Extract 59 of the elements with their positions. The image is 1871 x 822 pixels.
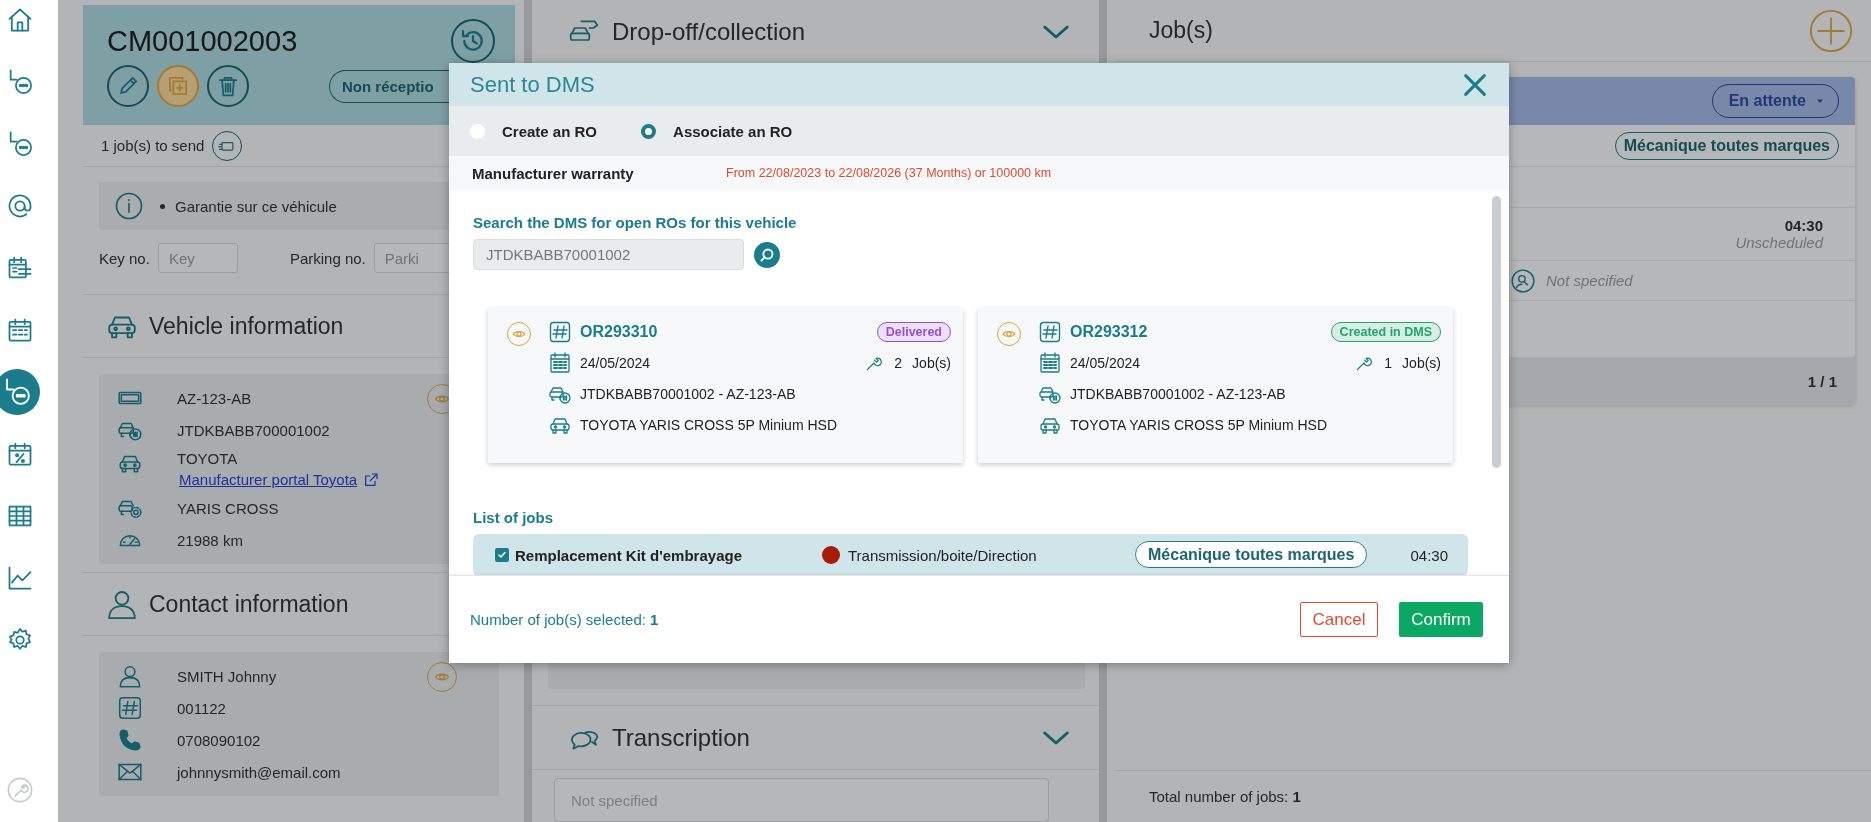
repair-order-card[interactable]: OR293310 Delivered 24/05/2024 2 Job(s) JTDKBABB70001002 - AZ-123-AB TOYOTA YARIS CROSS 5P Minium HSD bbox=[488, 308, 963, 463]
job-count: 1 bbox=[1384, 355, 1393, 371]
warranty-label: Manufacturer warranty bbox=[472, 164, 635, 182]
selected-count: Number of job(s) selected: 1 bbox=[470, 611, 659, 628]
order-number: CM001002003 bbox=[107, 24, 298, 58]
status-badge: Delivered bbox=[876, 322, 951, 342]
portal-link[interactable]: Manufacturer portal Toyota bbox=[179, 471, 380, 488]
order-number: OR293310 bbox=[580, 323, 658, 341]
order-date: 24/05/2024 bbox=[1070, 355, 1141, 371]
job-label: Job(s) bbox=[1402, 355, 1441, 371]
job-category: Transmission/boite/Direction bbox=[848, 546, 1038, 564]
category-tag: Mécanique toutes marques bbox=[1135, 541, 1368, 568]
panel-title: Job(s) bbox=[1149, 17, 1213, 44]
section-title: Transcription bbox=[612, 723, 750, 752]
job-row[interactable]: Remplacement Kit d'embrayage Transmission/boite/Direction Mécanique toutes marques 04:30 bbox=[473, 534, 1468, 575]
send-count: 1 job(s) to send bbox=[101, 137, 205, 154]
plate-number: AZ-123-AB bbox=[177, 389, 252, 407]
email-address: johnnysmith@email.com bbox=[177, 763, 341, 781]
field-label: Parking no. bbox=[289, 249, 366, 267]
model-name: YARIS CROSS bbox=[177, 499, 279, 517]
vehicle-id: JTDKBABB70001002 - AZ-123-AB bbox=[1070, 386, 1286, 402]
confirm-button[interactable]: Confirm bbox=[1399, 602, 1483, 637]
job-name: Remplacement Kit d'embrayage bbox=[515, 546, 743, 564]
vehicle-id: JTDKBABB70001002 - AZ-123-AB bbox=[580, 386, 796, 402]
cancel-button[interactable]: Cancel bbox=[1300, 602, 1378, 637]
technician-value: Not specified bbox=[1546, 272, 1633, 289]
search-field[interactable]: JTDKBABB70001002 bbox=[473, 239, 744, 270]
section-title: Drop-off/collection bbox=[612, 17, 805, 46]
job-count: 2 bbox=[894, 355, 903, 371]
transcription-field[interactable]: Not specified bbox=[554, 778, 1049, 822]
phone-number: 0708090102 bbox=[177, 731, 261, 749]
job-duration: 04:30 bbox=[1409, 546, 1448, 564]
schedule-status: Unscheduled bbox=[1735, 234, 1823, 251]
option-label[interactable]: Associate an RO bbox=[673, 122, 793, 140]
pagination: 1 / 1 bbox=[1807, 372, 1837, 390]
field-label: Key no. bbox=[99, 249, 150, 267]
option-label[interactable]: Create an RO bbox=[502, 122, 598, 140]
job-duration: 04:30 bbox=[1784, 217, 1823, 234]
list-title: List of jobs bbox=[473, 509, 554, 526]
total-jobs: Total number of jobs: 1 bbox=[1149, 788, 1301, 805]
vehicle-model: TOYOTA YARIS CROSS 5P Minium HSD bbox=[1070, 417, 1327, 433]
key-field[interactable]: Key bbox=[157, 243, 238, 273]
customer-number: 001122 bbox=[177, 699, 226, 717]
notice-text: Garantie sur ce véhicule bbox=[175, 197, 337, 215]
order-date: 24/05/2024 bbox=[580, 355, 651, 371]
make-name: TOYOTA bbox=[177, 450, 239, 467]
vin-number: JTDKBABB700001002 bbox=[177, 421, 330, 439]
vehicle-model: TOYOTA YARIS CROSS 5P Minium HSD bbox=[580, 417, 837, 433]
job-label: Job(s) bbox=[912, 355, 951, 371]
contact-name: SMITH Johnny bbox=[177, 667, 277, 685]
status-badge: Created in DMS bbox=[1330, 322, 1441, 342]
dialog-title: Sent to DMS bbox=[470, 71, 595, 98]
repair-order-card[interactable]: OR293312 Created in DMS 24/05/2024 1 Job(s) JTDKBABB70001002 - AZ-123-AB TOYOTA YARIS CROSS 5P Minium HSD bbox=[978, 308, 1453, 463]
search-label: Search the DMS for open ROs for this vehicle bbox=[473, 214, 798, 231]
section-title: Vehicle information bbox=[149, 312, 344, 340]
mileage-value: 21988 km bbox=[177, 531, 243, 549]
section-title: Contact information bbox=[149, 590, 349, 618]
order-number: OR293312 bbox=[1070, 323, 1148, 341]
warranty-period: From 22/08/2023 to 22/08/2026 (37 Months) or 100000 km bbox=[726, 166, 1052, 180]
